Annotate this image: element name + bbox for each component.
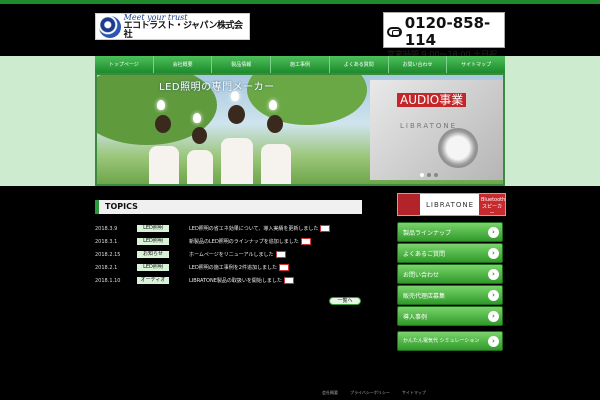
news-title[interactable]: ホームページをリニューアルしました — [189, 251, 274, 258]
list-item[interactable]: 2018.1.10 オーディオ LIBRATONE製品の取扱いを開始しました — [95, 274, 362, 287]
audio-title: AUDIO事業 — [397, 93, 467, 107]
footer-link[interactable]: 会社概要 — [322, 390, 338, 396]
nav-item-faq[interactable]: よくある質問 — [329, 56, 389, 73]
phone-number-line: 0120-858-114 — [387, 15, 501, 49]
new-badge-icon — [278, 264, 289, 271]
sidebar-button-label: 導入事例 — [403, 313, 428, 321]
carousel-dot[interactable] — [420, 173, 424, 177]
new-badge-icon — [275, 251, 286, 258]
news-title[interactable]: LED照明の施工事例を2件追加しました — [189, 264, 277, 271]
carousel-dots[interactable] — [420, 173, 438, 177]
arrow-right-icon: › — [488, 247, 499, 259]
sidebar-button-dealer[interactable]: 販売代理店募集 › — [397, 285, 503, 305]
new-badge-icon — [283, 277, 294, 284]
sidebar-button-label: お問い合わせ — [403, 271, 440, 279]
topics-list: 2018.3.9 LED照明 LED照明の省エネ効果について、導入実績を更新しま… — [95, 222, 362, 287]
news-date: 2018.2.1 — [95, 264, 118, 271]
news-title[interactable]: LED照明の省エネ効果について、導入実績を更新しました — [189, 225, 318, 232]
list-item[interactable]: 2018.3.1 LED照明 新製品のLED照明のラインナップを追加しました — [95, 235, 362, 248]
hero-headline: LED照明の専門メーカー — [159, 82, 275, 93]
arrow-right-icon: › — [488, 268, 499, 280]
sidebar-button-label: よくあるご質問 — [403, 250, 446, 258]
sidebar-button-contact[interactable]: お問い合わせ › — [397, 264, 503, 284]
news-category: LED照明 — [137, 264, 169, 271]
sidebar-button-cases[interactable]: 導入事例 › — [397, 306, 503, 326]
phone-number: 0120-858-114 — [404, 14, 491, 49]
news-category: LED照明 — [137, 225, 169, 232]
list-item[interactable]: 2018.3.9 LED照明 LED照明の省エネ効果について、導入実績を更新しま… — [95, 222, 362, 235]
news-date: 2018.3.9 — [95, 225, 118, 232]
carousel-dot[interactable] — [434, 173, 438, 177]
list-item[interactable]: 2018.2.15 お知らせ ホームページをリニューアルしました — [95, 248, 362, 261]
news-title[interactable]: 新製品のLED照明のラインナップを追加しました — [189, 238, 299, 245]
new-badge-icon — [300, 238, 311, 245]
headphone-icon — [438, 128, 478, 168]
sidebar-button-label: 製品ラインナップ — [403, 229, 452, 237]
news-category: お知らせ — [137, 251, 169, 258]
speaker-icon — [398, 194, 420, 215]
footer-links: 会社概要 プライバシーポリシー サイトマップ — [322, 390, 426, 396]
news-category: オーディオ — [137, 277, 169, 284]
logo-company-name: エコトラスト・ジャパン株式会社 — [123, 20, 243, 40]
list-item[interactable]: 2018.2.1 LED照明 LED照明の施工事例を2件追加しました — [95, 261, 362, 274]
banner-bluetooth-label: Bluetooth スピーカー — [479, 194, 505, 215]
global-nav: トップページ 会社概要 製品情報 施工事例 よくある質問 お問い合わせ サイトマ… — [95, 56, 506, 73]
logo-text: Meet your trust エコトラスト・ジャパン株式会社 — [123, 13, 249, 40]
new-badge-icon — [320, 225, 331, 232]
nav-item-sitemap[interactable]: サイトマップ — [447, 56, 506, 73]
sidebar-button-faq[interactable]: よくあるご質問 › — [397, 243, 503, 263]
libratone-banner[interactable]: LIBRATONE Bluetooth スピーカー — [397, 193, 506, 216]
footer-link[interactable]: プライバシーポリシー — [350, 390, 390, 396]
footer-link[interactable]: サイトマップ — [402, 390, 426, 396]
logo-mark-icon — [99, 15, 121, 38]
carousel-dot[interactable] — [427, 173, 431, 177]
news-category: LED照明 — [137, 238, 169, 245]
news-date: 2018.3.1 — [95, 238, 118, 245]
sidebar-button-simulation[interactable]: かんたん電気代 シミュレーション › — [397, 331, 503, 351]
phone-contact-box: 0120-858-114 営業時間 9:00～18:00 土日祝休み — [383, 12, 505, 71]
topics-more-button[interactable]: 一覧へ — [329, 297, 361, 305]
news-date: 2018.2.15 — [95, 251, 121, 258]
topics-heading: TOPICS — [95, 200, 362, 214]
top-accent-bar — [0, 0, 600, 4]
sidebar-button-label: かんたん電気代 シミュレーション — [403, 338, 480, 344]
news-title[interactable]: LIBRATONE製品の取扱いを開始しました — [189, 277, 282, 284]
company-logo[interactable]: Meet your trust エコトラスト・ジャパン株式会社 — [95, 13, 250, 40]
audio-brand: LIBRATONE — [400, 122, 458, 130]
sidebar-button-label: 販売代理店募集 — [403, 292, 446, 300]
arrow-right-icon: › — [488, 310, 499, 322]
sidebar-button-products[interactable]: 製品ラインナップ › — [397, 222, 503, 242]
nav-item-contact[interactable]: お問い合わせ — [388, 56, 448, 73]
nav-item-cases[interactable]: 施工事例 — [271, 56, 330, 73]
news-date: 2018.1.10 — [95, 277, 121, 284]
hero-banner[interactable]: LED照明の専門メーカー AUDIO事業 LIBRATONE — [95, 73, 505, 186]
arrow-right-icon: › — [488, 226, 499, 238]
free-dial-icon — [387, 27, 402, 37]
arrow-right-icon: › — [488, 289, 499, 301]
arrow-right-icon: › — [488, 335, 499, 347]
audio-business-panel[interactable]: AUDIO事業 LIBRATONE — [370, 80, 503, 180]
banner-brand: LIBRATONE — [426, 201, 475, 209]
nav-item-home[interactable]: トップページ — [95, 56, 154, 73]
nav-item-company[interactable]: 会社概要 — [153, 56, 213, 73]
nav-item-products[interactable]: 製品情報 — [212, 56, 272, 73]
